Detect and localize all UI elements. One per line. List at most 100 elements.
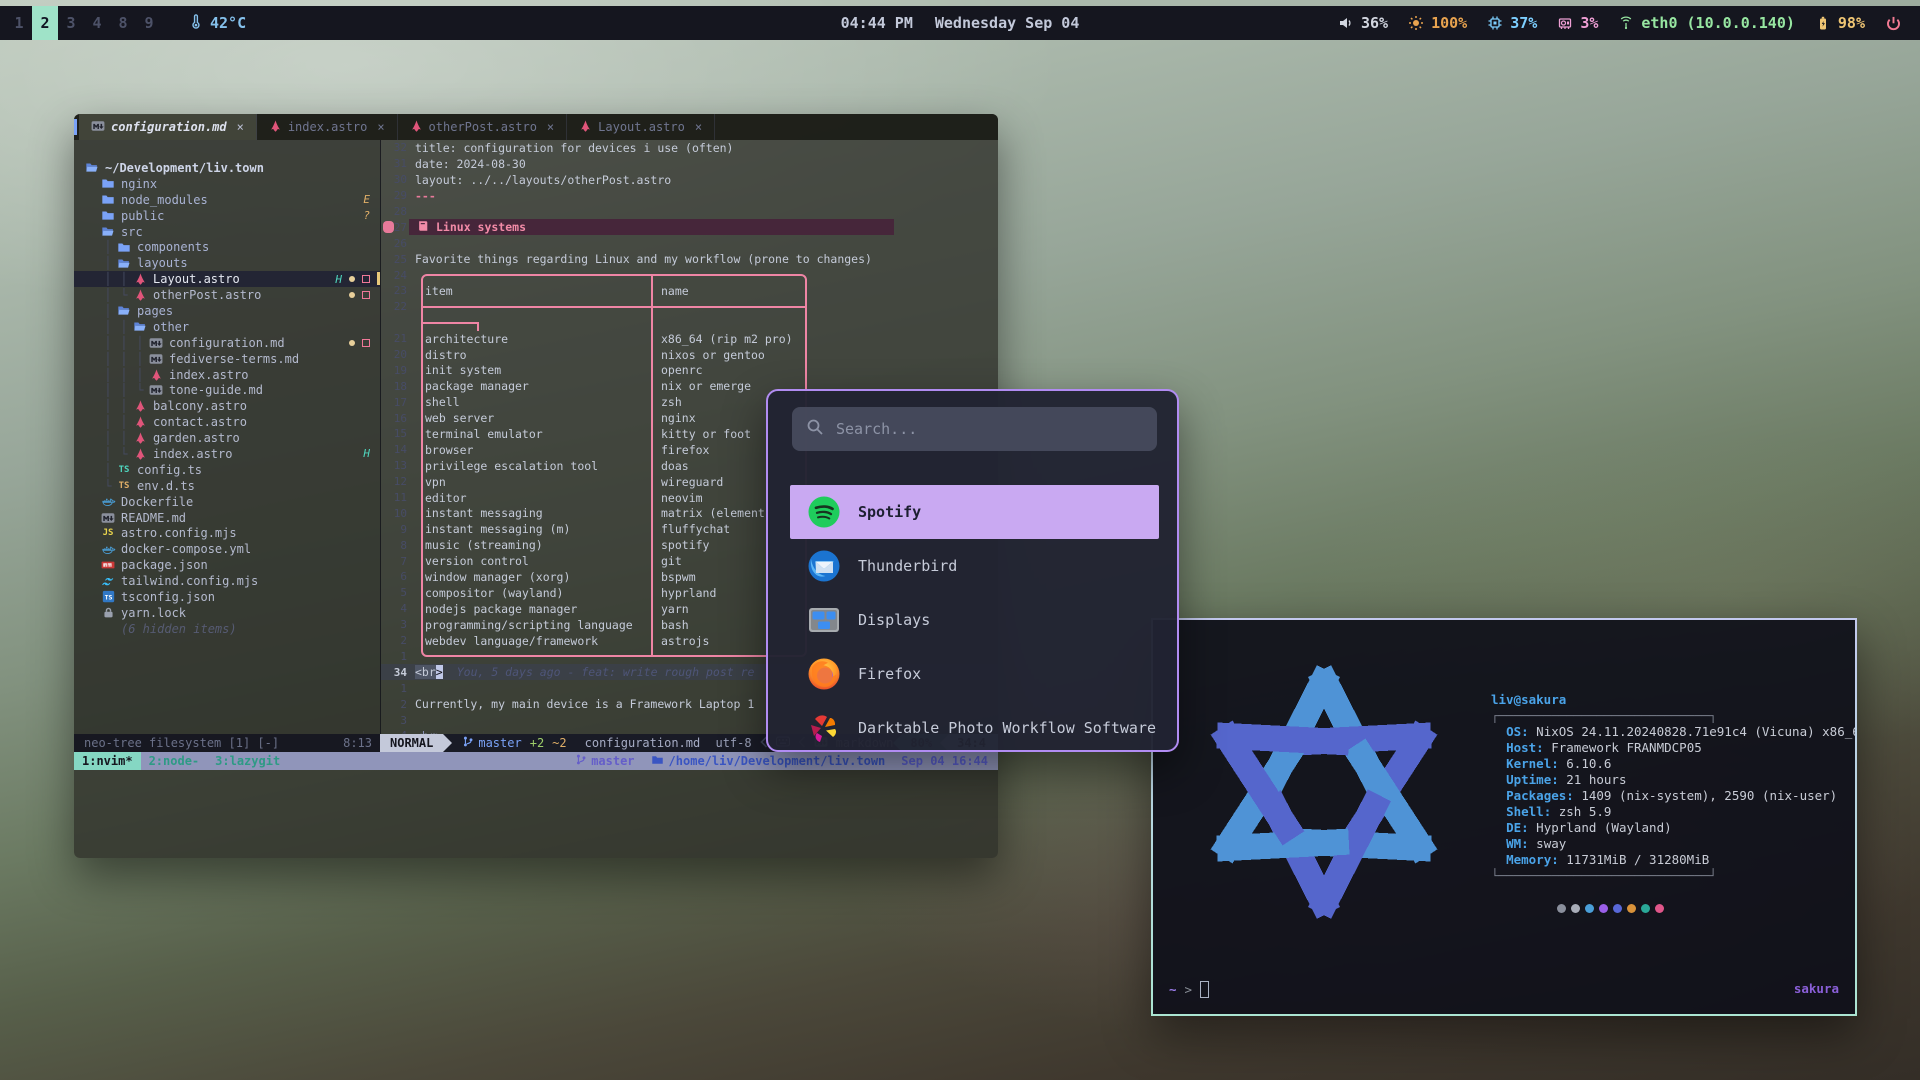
fetch-text: ┌────────────────────────────┐ <box>1491 708 1717 723</box>
launcher-item-thunderbird[interactable]: Thunderbird <box>790 539 1159 593</box>
tree-item-6hiddenitems[interactable]: (6 hidden items) <box>74 621 380 637</box>
tree-item-pages[interactable]: │pages <box>74 303 380 319</box>
tree-item-Dockerfile[interactable]: Dockerfile <box>74 494 380 510</box>
terminal-window[interactable]: liv@sakura┌────────────────────────────┐… <box>1151 618 1857 1016</box>
table-cell-name: neovim <box>661 491 703 505</box>
fetch-entry: Host: Framework FRANMDCP05 <box>1491 740 1857 756</box>
tree-item-tsconfig.json[interactable]: TStsconfig.json <box>74 589 380 605</box>
unstaged-square-icon <box>362 339 370 347</box>
table-cell-name: bash <box>661 618 689 632</box>
table-cell-name: yarn <box>661 602 689 616</box>
tmux-window-1nvim[interactable]: 1:nvim* <box>74 752 141 770</box>
cpu-module[interactable]: 37% <box>1487 14 1537 32</box>
launcher-item-displays[interactable]: Displays <box>790 593 1159 647</box>
workspace-9[interactable]: 9 <box>136 6 162 40</box>
search-input[interactable]: Search... <box>792 407 1157 451</box>
tree-item-contact.astro[interactable]: ││contact.astro <box>74 414 380 430</box>
tree-item-fediverse-terms.md[interactable]: │││fediverse-terms.md <box>74 351 380 367</box>
tab-index.astro[interactable]: index.astro× <box>257 114 398 140</box>
tree-item-components[interactable]: │components <box>74 239 380 255</box>
tmux-window-2node[interactable]: 2:node- <box>141 752 208 770</box>
tree-guide: │ <box>116 399 132 413</box>
tab-close-icon[interactable]: × <box>237 120 244 134</box>
line-text: title: configuration for devices i use (… <box>407 141 734 155</box>
tab-Layout.astro[interactable]: Layout.astro× <box>567 114 715 140</box>
tab-close-icon[interactable]: × <box>547 120 554 134</box>
brightness-module[interactable]: 100% <box>1408 14 1467 32</box>
tree-guide: │ <box>116 415 132 429</box>
module-value: 36% <box>1361 14 1388 32</box>
tree-item-public[interactable]: public? <box>74 208 380 224</box>
tree-item-other[interactable]: ││other <box>74 319 380 335</box>
tree-item-README.md[interactable]: README.md <box>74 510 380 526</box>
tree-item-nginx[interactable]: nginx <box>74 176 380 192</box>
tab-label: otherPost.astro <box>429 120 537 134</box>
tmux-window-3lazygit[interactable]: 3:lazygit <box>207 752 288 770</box>
tree-item-badges <box>349 291 370 299</box>
tree-item-env.d.ts[interactable]: └TSenv.d.ts <box>74 478 380 494</box>
tab-otherPost.astro[interactable]: otherPost.astro × <box>398 114 568 140</box>
tree-item-tailwind.config.mjs[interactable]: tailwind.config.mjs <box>74 573 380 589</box>
workspace-4[interactable]: 4 <box>84 6 110 40</box>
tree-item-label: pages <box>137 304 173 318</box>
search-icon <box>806 418 824 440</box>
tree-item-label: Dockerfile <box>121 495 193 509</box>
tree-item-index.astro[interactable]: │││index.astro <box>74 367 380 383</box>
tree-item-yarn.lock[interactable]: yarn.lock <box>74 605 380 621</box>
git-added-count: +2 <box>530 736 544 750</box>
tree-item-src[interactable]: src <box>74 224 380 240</box>
folder-icon <box>100 193 116 206</box>
tab-close-icon[interactable]: × <box>377 120 384 134</box>
palette-dot <box>1641 904 1650 913</box>
tree-item-astro.config.mjs[interactable]: JSastro.config.mjs <box>74 525 380 541</box>
tree-item-balcony.astro[interactable]: ││balcony.astro <box>74 398 380 414</box>
volume-icon <box>1338 15 1354 31</box>
tree-item-label: layouts <box>137 256 188 270</box>
tree-item-docker-compose.yml[interactable]: docker-compose.yml <box>74 541 380 557</box>
battery-module[interactable]: 98% <box>1815 14 1865 32</box>
tree-item-layouts[interactable]: │ layouts <box>74 255 380 271</box>
neo-tree-panel[interactable]: ~/Development/liv.townnginxnode_modulesE… <box>74 140 380 734</box>
line-number: 24 <box>381 269 407 282</box>
workspace-8[interactable]: 8 <box>110 6 136 40</box>
tab-close-icon[interactable]: × <box>695 120 702 134</box>
network-module[interactable]: eth0 (10.0.0.140) <box>1618 14 1795 32</box>
line-number: 16 <box>381 412 407 425</box>
launcher-item-darktable[interactable]: Darktable Photo Workflow Software <box>790 701 1159 752</box>
tree-item-otherPost.astro[interactable]: │└otherPost.astro <box>74 287 380 303</box>
tree-item-label: package.json <box>121 558 208 572</box>
workspace-2[interactable]: 2 <box>32 6 58 40</box>
launcher-item-firefox[interactable]: Firefox <box>790 647 1159 701</box>
fetch-label: Memory: <box>1506 852 1559 867</box>
tree-item-config.ts[interactable]: │TSconfig.ts <box>74 462 380 478</box>
tree-item-configuration.md[interactable]: │││configuration.md <box>74 335 380 351</box>
tree-item-garden.astro[interactable]: ││garden.astro <box>74 430 380 446</box>
tree-item-tone-guide.md[interactable]: ││└tone-guide.md <box>74 382 380 398</box>
badge-?: ? <box>363 209 370 222</box>
gpu-module[interactable]: 3% <box>1557 14 1598 32</box>
volume-module[interactable]: 36% <box>1338 14 1388 32</box>
tree-guide: │ <box>100 240 116 254</box>
workspace-1[interactable]: 1 <box>6 6 32 40</box>
power-module[interactable] <box>1885 15 1902 32</box>
fetch-value: 21 hours <box>1559 772 1627 787</box>
tree-item-nodemodules[interactable]: node_modulesE <box>74 192 380 208</box>
buffer-line: 20distronixos or gentoo <box>381 347 998 363</box>
folder-icon <box>100 177 116 190</box>
shell-prompt[interactable]: ~ > <box>1169 981 1209 998</box>
launcher-item-spotify[interactable]: Spotify <box>790 485 1159 539</box>
tree-item-Layout.astro[interactable]: ││Layout.astroH <box>74 271 380 287</box>
tree-guide: │ <box>100 256 116 270</box>
line-number: 22 <box>381 300 407 313</box>
workspace-3[interactable]: 3 <box>58 6 84 40</box>
buffer-line: 22 <box>381 299 998 315</box>
tree-item-package.json[interactable]: package.json <box>74 557 380 573</box>
tab-configuration.md[interactable]: configuration.md× <box>79 114 257 140</box>
tree-item-index.astro[interactable]: │└index.astroH <box>74 446 380 462</box>
fetch-indent <box>1491 788 1506 803</box>
tree-root[interactable]: ~/Development/liv.town <box>74 160 380 176</box>
unstaged-square-icon <box>362 275 370 283</box>
fetch-line: └────────────────────────────┘ <box>1491 868 1857 884</box>
markdown-icon <box>148 384 164 396</box>
table-cell-item: editor <box>425 491 467 505</box>
